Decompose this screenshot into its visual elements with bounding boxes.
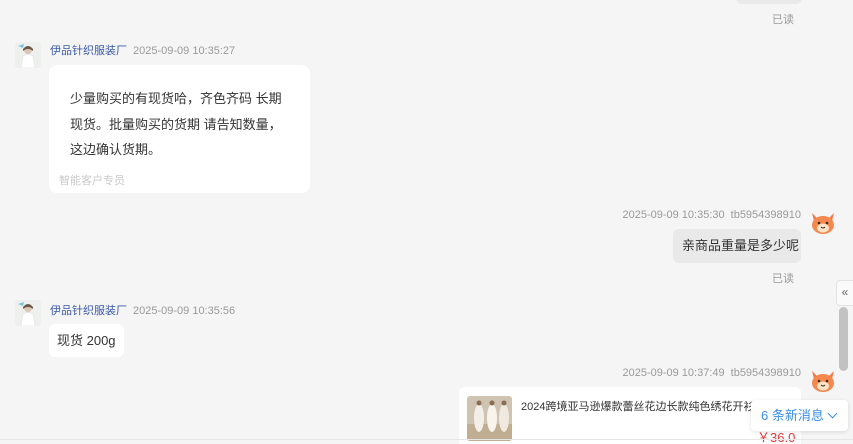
chat-history: 已读 伊品针织服装厂 2025-09-09 10:35:27 少量购买的有现货哈，…: [0, 0, 853, 444]
product-card[interactable]: 2024跨境亚马逊爆款蕾丝花边长款纯色绣花开衫 ￥36.0: [459, 387, 801, 444]
message-bubble: 亲商品重量是多少呢: [673, 229, 801, 263]
scrollbar-thumb[interactable]: [839, 307, 848, 371]
cartoon-fox-icon[interactable]: [809, 208, 837, 236]
seller-avatar-icon[interactable]: [15, 300, 41, 326]
message-line: 少量购买的有现货哈，齐色齐码 长期: [70, 91, 282, 106]
message-time: 2025-09-09 10:37:49: [622, 367, 725, 379]
message-time: 2025-09-09 10:35:56: [133, 305, 236, 317]
message-text: 亲商品重量是多少呢: [682, 238, 800, 253]
new-messages-button[interactable]: 6 条新消息: [751, 400, 848, 431]
message-line: 现货。批量购买的货期 请告知数量，: [70, 116, 282, 132]
sender-name[interactable]: 伊品针织服装厂: [50, 45, 127, 57]
divider: [0, 439, 853, 440]
read-status: 已读: [772, 273, 794, 285]
chevron-down-icon: [827, 408, 838, 419]
seller-avatar-icon[interactable]: [15, 42, 41, 68]
message-bubble: [736, 0, 802, 4]
message-line: 这边确认货期。: [70, 142, 162, 157]
message-meta: 伊品针织服装厂 2025-09-09 10:35:56: [50, 302, 235, 318]
cartoon-fox-icon[interactable]: [809, 366, 837, 394]
sender-name[interactable]: 伊品针织服装厂: [50, 305, 127, 317]
new-messages-label: 6 条新消息: [761, 408, 824, 423]
message-meta: 2025-09-09 10:35:30 tb5954398910: [600, 209, 801, 221]
product-title[interactable]: 2024跨境亚马逊爆款蕾丝花边长款纯色绣花开衫: [521, 398, 753, 414]
read-status: 已读: [772, 14, 794, 26]
message-time: 2025-09-09 10:35:30: [622, 209, 725, 221]
message-time: 2025-09-09 10:35:27: [133, 45, 236, 57]
product-thumbnail[interactable]: [467, 396, 512, 441]
message-bubble: 少量购买的有现货哈，齐色齐码 长期 现货。批量购买的货期 请告知数量， 这边确认…: [49, 65, 310, 193]
sender-name: tb5954398910: [730, 209, 801, 221]
sender-name: tb5954398910: [730, 367, 801, 379]
message-meta: 2025-09-09 10:37:49 tb5954398910: [600, 367, 801, 379]
message-text: 现货 200g: [57, 333, 116, 348]
message-signature: 智能客户专员: [59, 175, 125, 187]
collapse-panel-button[interactable]: «: [836, 280, 853, 306]
message-meta: 伊品针织服装厂 2025-09-09 10:35:27: [50, 42, 235, 58]
message-bubble: 现货 200g: [49, 324, 124, 357]
